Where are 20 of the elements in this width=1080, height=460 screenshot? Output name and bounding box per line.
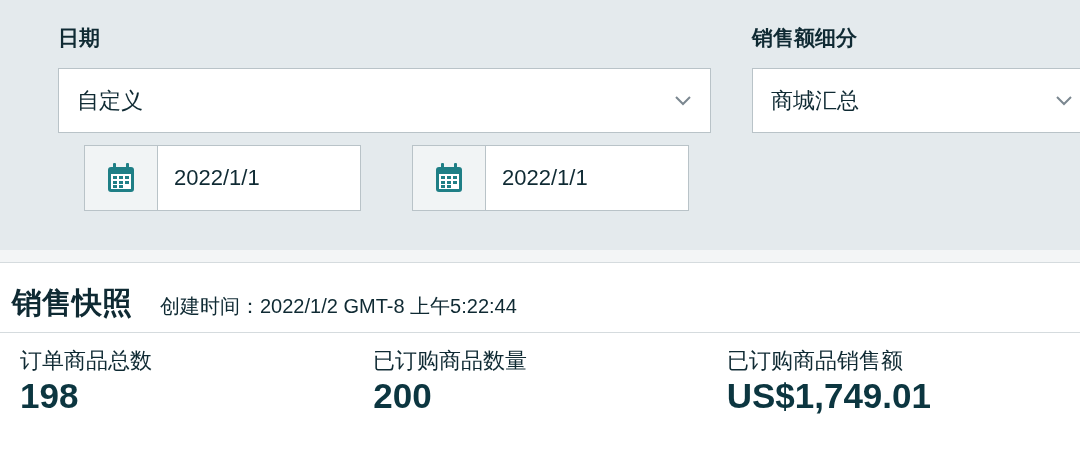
metric-label: 订单商品总数 [20,347,152,375]
metric-label: 已订购商品数量 [373,347,528,375]
caret-icon [674,94,692,107]
section-title: 销售快照 [12,285,132,321]
calendar-button[interactable] [84,145,158,211]
filter-label: 日期 [58,25,100,51]
metric-value: US$1,749.01 [726,375,931,417]
date-field[interactable]: 2022/1/1 [158,145,361,211]
filter-label: 销售额细分 [752,25,857,51]
caret-icon [1055,94,1073,107]
date-field[interactable]: 2022/1/1 [486,145,689,211]
calendar-button[interactable] [412,145,486,211]
metric-value: 200 [373,375,432,417]
dropdown-field[interactable]: 商城汇总 [752,68,1080,133]
metric-label: 已订购商品销售额 [726,347,903,375]
metric-value: 198 [20,375,79,417]
dropdown-field[interactable]: 自定义 [58,68,711,133]
calendar-icon [435,163,463,193]
calendar-icon [107,163,135,193]
created-time: 创建时间：2022/1/2 GMT-8 上午5:22:44 [160,294,517,319]
